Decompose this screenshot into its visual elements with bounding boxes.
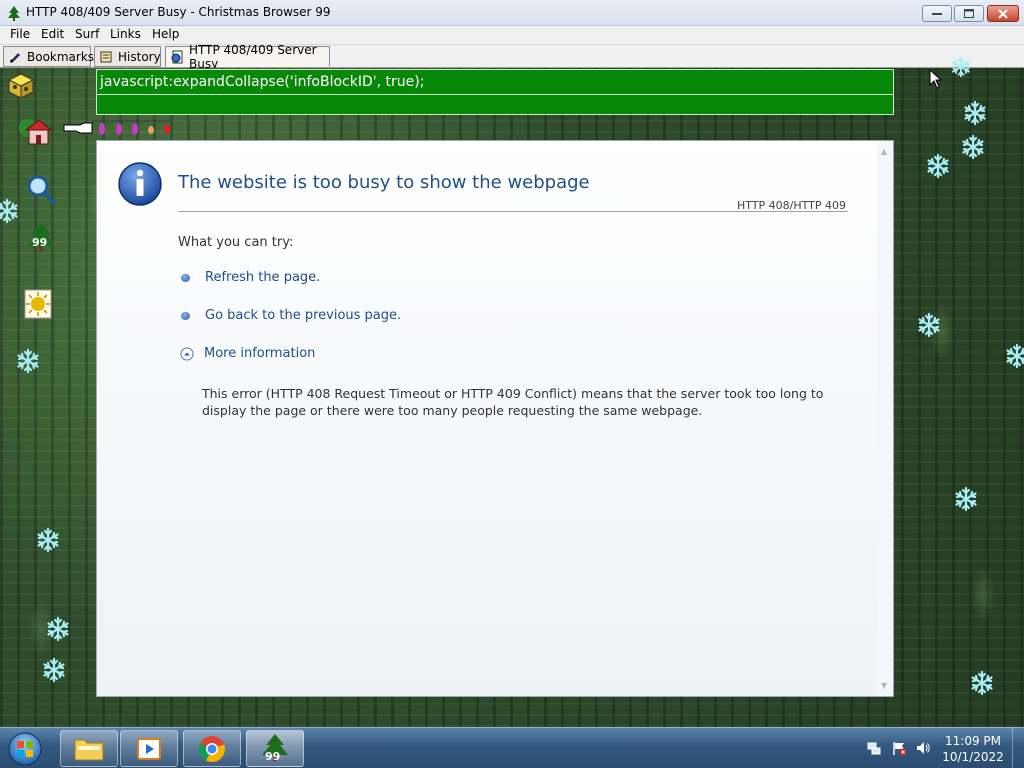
menu-edit[interactable]: Edit [41, 27, 64, 41]
bullet-icon [181, 311, 190, 320]
tab-current-page[interactable]: HTTP 408/409 Server Busy [165, 43, 330, 71]
menu-bar: File Edit Surf Links Help [0, 26, 1024, 44]
browser-window: HTTP 408/409 Server Busy - Christmas Bro… [0, 0, 1024, 727]
info-icon [118, 162, 162, 206]
tab-history[interactable]: History [94, 46, 161, 67]
collapse-chevron-icon [180, 347, 194, 360]
taskbar-media-player-button[interactable] [120, 730, 178, 767]
title-divider [178, 211, 848, 212]
snowflake-icon [964, 100, 986, 126]
taskbar-explorer-button[interactable] [60, 730, 118, 767]
taskbar-christmas-browser-button[interactable]: 99 [246, 730, 304, 767]
taskbar-badge-number: 99 [265, 750, 281, 763]
menu-links[interactable]: Links [110, 27, 141, 41]
bullet-icon [181, 273, 190, 282]
snowflake-icon [955, 486, 977, 512]
system-clock[interactable]: 11:09 PM 10/1/2022 [940, 733, 1006, 765]
snowflake-icon [47, 616, 69, 642]
tab-label: History [118, 49, 161, 64]
go-back-link-label[interactable]: Go back to the previous page. [205, 308, 401, 323]
page-globe-icon [170, 49, 184, 65]
chrome-icon [198, 735, 225, 762]
snowflake-icon [952, 56, 970, 78]
snowflake-icon [962, 134, 984, 160]
snowflake-icon [0, 198, 18, 224]
action-center-flag-icon[interactable] [891, 740, 907, 756]
snowflake-icon [17, 348, 39, 374]
page-scrollbar[interactable]: ▲ ▼ [877, 141, 893, 696]
snowflake-icon [927, 153, 949, 179]
more-information-toggle[interactable]: More information [180, 346, 315, 361]
show-desktop-button[interactable] [1012, 728, 1024, 768]
home-icon[interactable] [18, 116, 52, 146]
menu-file[interactable]: File [10, 27, 30, 41]
sun-card-icon[interactable] [24, 289, 52, 319]
tab-bar: Bookmarks History HTTP 408/409 Server Bu… [0, 43, 1024, 71]
clock-date: 10/1/2022 [942, 750, 1004, 764]
error-page: The website is too busy to show the webp… [96, 140, 894, 697]
christmas-tree-99-icon[interactable]: 99 [24, 222, 58, 256]
snowflake-icon [1006, 343, 1024, 369]
christmas-tree-icon [8, 6, 20, 21]
pen-icon [8, 49, 22, 65]
minimize-icon [932, 12, 942, 15]
tab-label: Bookmarks [27, 49, 95, 64]
page-title: The website is too busy to show the webp… [178, 172, 590, 193]
snowflake-icon [971, 670, 993, 696]
window-title: HTTP 408/409 Server Busy - Christmas Bro… [26, 5, 331, 19]
address-bar[interactable]: javascript:expandCollapse('infoBlockID',… [96, 69, 894, 115]
tab-label: HTTP 408/409 Server Busy [189, 42, 317, 71]
go-back-link[interactable]: Go back to the previous page. [181, 308, 401, 323]
gift-box-icon[interactable] [6, 70, 36, 100]
error-description: This error (HTTP 408 Request Timeout or … [202, 386, 824, 418]
menu-help[interactable]: Help [152, 27, 179, 41]
tab-bookmarks[interactable]: Bookmarks [3, 46, 95, 67]
scroll-up-icon[interactable]: ▲ [881, 147, 887, 156]
tree-badge-number: 99 [32, 236, 48, 249]
close-button[interactable] [987, 5, 1019, 22]
snowflake-icon [43, 657, 65, 683]
pointer-lights-icon [62, 117, 172, 139]
start-button[interactable] [6, 730, 44, 768]
taskbar-chrome-button[interactable] [183, 730, 241, 767]
taskbar: 99 11:09 PM 10/1/2022 [0, 727, 1024, 768]
refresh-link[interactable]: Refresh the page. [181, 270, 320, 285]
minimize-button[interactable] [922, 5, 952, 22]
maximize-button[interactable] [954, 5, 984, 22]
restore-icon [964, 9, 974, 18]
mouse-cursor-icon [929, 69, 943, 89]
title-bar[interactable]: HTTP 408/409 Server Busy - Christmas Bro… [0, 0, 1024, 26]
folder-icon [74, 739, 104, 760]
refresh-link-label[interactable]: Refresh the page. [205, 270, 320, 285]
clock-time: 11:09 PM [945, 734, 1001, 748]
media-player-icon [137, 737, 161, 760]
network-icon[interactable] [866, 740, 882, 756]
volume-icon[interactable] [915, 740, 931, 756]
close-icon [998, 8, 1008, 19]
scroll-down-icon[interactable]: ▼ [881, 681, 887, 690]
try-label: What you can try: [178, 235, 294, 250]
address-divider [97, 94, 893, 95]
snowflake-icon [37, 527, 59, 553]
magnifier-icon[interactable] [24, 173, 58, 207]
more-information-label[interactable]: More information [204, 346, 315, 361]
snowflake-icon [918, 312, 940, 338]
menu-surf[interactable]: Surf [75, 27, 99, 41]
address-input[interactable]: javascript:expandCollapse('infoBlockID',… [100, 74, 424, 90]
scroll-icon [99, 49, 113, 65]
